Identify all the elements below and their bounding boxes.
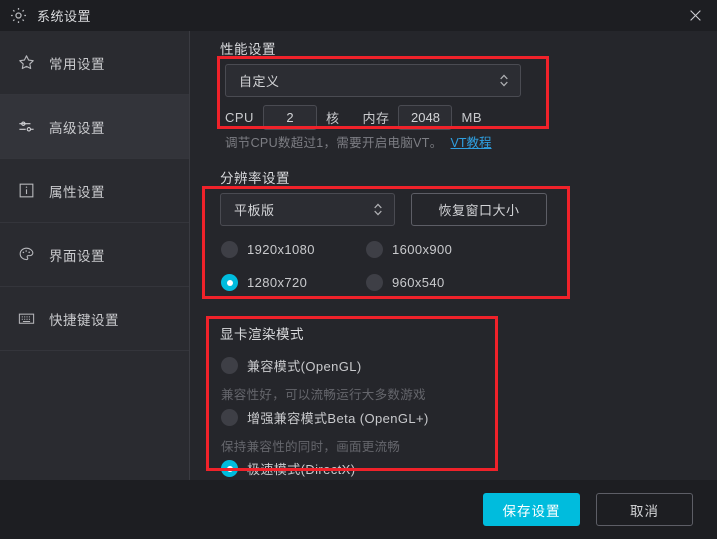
sidebar-item-interface[interactable]: 界面设置 — [0, 223, 189, 287]
close-icon — [689, 10, 701, 21]
performance-preset-select[interactable]: 自定义 — [225, 64, 521, 97]
cpu-memory-row: CPU 2 核 内存 2048 MB — [225, 105, 482, 130]
resolution-option-label: 1920x1080 — [247, 242, 315, 257]
resolution-option-1920x1080[interactable]: 1920x1080 — [221, 241, 315, 258]
window-title: 系统设置 — [37, 9, 92, 24]
resolution-heading: 分辨率设置 — [220, 171, 290, 186]
radio-icon — [366, 274, 383, 291]
render-option-label: 增强兼容模式Beta (OpenGL+) — [247, 411, 429, 426]
sidebar-item-label: 界面设置 — [49, 248, 105, 264]
render-option-opengl-plus-desc: 保持兼容性的同时，画面更流畅 — [221, 440, 401, 454]
sidebar-item-label: 快捷键设置 — [49, 312, 119, 328]
gear-icon — [9, 6, 28, 25]
render-option-label: 兼容模式(OpenGL) — [247, 359, 362, 374]
settings-window: 系统设置 常用设置 高级设置 属性设置 界面设置 快捷键设置 性能设置 自定义 … — [0, 0, 717, 539]
window-body: 常用设置 高级设置 属性设置 界面设置 快捷键设置 性能设置 自定义 CPU 2… — [0, 31, 717, 480]
sidebar-item-label: 常用设置 — [49, 56, 105, 72]
radio-icon — [221, 274, 238, 291]
render-option-opengl[interactable]: 兼容模式(OpenGL) — [221, 356, 362, 375]
cpu-label: CPU — [225, 110, 254, 125]
radio-icon — [366, 241, 383, 258]
sidebar-item-label: 高级设置 — [49, 120, 105, 136]
performance-preset-value: 自定义 — [239, 74, 280, 89]
resolution-option-label: 1280x720 — [247, 275, 308, 290]
close-button[interactable] — [673, 0, 717, 31]
vt-tutorial-link[interactable]: VT教程 — [451, 132, 492, 151]
title-bar: 系统设置 — [0, 0, 717, 31]
radio-icon — [221, 460, 238, 477]
resolution-option-1280x720[interactable]: 1280x720 — [221, 274, 307, 291]
restore-window-size-button[interactable]: 恢复窗口大小 — [411, 193, 547, 226]
render-option-opengl-plus[interactable]: 增强兼容模式Beta (OpenGL+) — [221, 408, 429, 427]
info-icon — [17, 181, 36, 200]
resolution-option-1600x900[interactable]: 1600x900 — [366, 241, 452, 258]
radio-icon — [221, 357, 238, 374]
render-heading: 显卡渲染模式 — [220, 327, 304, 342]
resolution-option-label: 1600x900 — [392, 242, 453, 257]
memory-input[interactable]: 2048 — [398, 105, 453, 130]
render-option-label: 极速模式(DirectX) — [247, 462, 356, 477]
memory-label: 内存 — [362, 111, 390, 126]
vt-hint-text: 调节CPU数超过1，需要开启电脑VT。 — [225, 136, 443, 150]
star-icon — [17, 53, 36, 72]
radio-icon — [221, 409, 238, 426]
title-bar-left: 系统设置 — [0, 6, 91, 25]
sidebar-item-advanced[interactable]: 高级设置 — [0, 95, 189, 159]
resolution-option-960x540[interactable]: 960x540 — [366, 274, 445, 291]
cancel-button[interactable]: 取消 — [596, 493, 693, 526]
vt-hint-row: 调节CPU数超过1，需要开启电脑VT。 VT教程 — [225, 132, 492, 151]
resolution-option-label: 960x540 — [392, 275, 445, 290]
radio-icon — [221, 241, 238, 258]
save-settings-button[interactable]: 保存设置 — [483, 493, 580, 526]
render-option-opengl-desc: 兼容性好，可以流畅运行大多数游戏 — [221, 388, 426, 402]
footer-bar: 保存设置 取消 — [0, 480, 717, 539]
cpu-unit-label: 核 — [325, 111, 340, 126]
sidebar-item-label: 属性设置 — [49, 184, 105, 200]
chevron-updown-icon — [374, 203, 382, 216]
chevron-updown-icon — [500, 74, 508, 87]
resolution-preset-select[interactable]: 平板版 — [220, 193, 395, 226]
sliders-icon — [17, 117, 36, 136]
sidebar-item-common[interactable]: 常用设置 — [0, 31, 189, 95]
sidebar: 常用设置 高级设置 属性设置 界面设置 快捷键设置 — [0, 31, 190, 480]
resolution-preset-value: 平板版 — [234, 203, 275, 218]
palette-icon — [17, 245, 36, 264]
keyboard-icon — [17, 309, 36, 328]
memory-unit-label: MB — [461, 110, 482, 125]
cpu-input[interactable]: 2 — [262, 105, 317, 130]
sidebar-item-properties[interactable]: 属性设置 — [0, 159, 189, 223]
settings-content: 性能设置 自定义 CPU 2 核 内存 2048 MB 调节CPU数超过1，需要… — [190, 31, 717, 480]
sidebar-item-shortcuts[interactable]: 快捷键设置 — [0, 287, 189, 351]
render-option-directx[interactable]: 极速模式(DirectX) — [221, 459, 355, 478]
performance-heading: 性能设置 — [220, 42, 276, 57]
